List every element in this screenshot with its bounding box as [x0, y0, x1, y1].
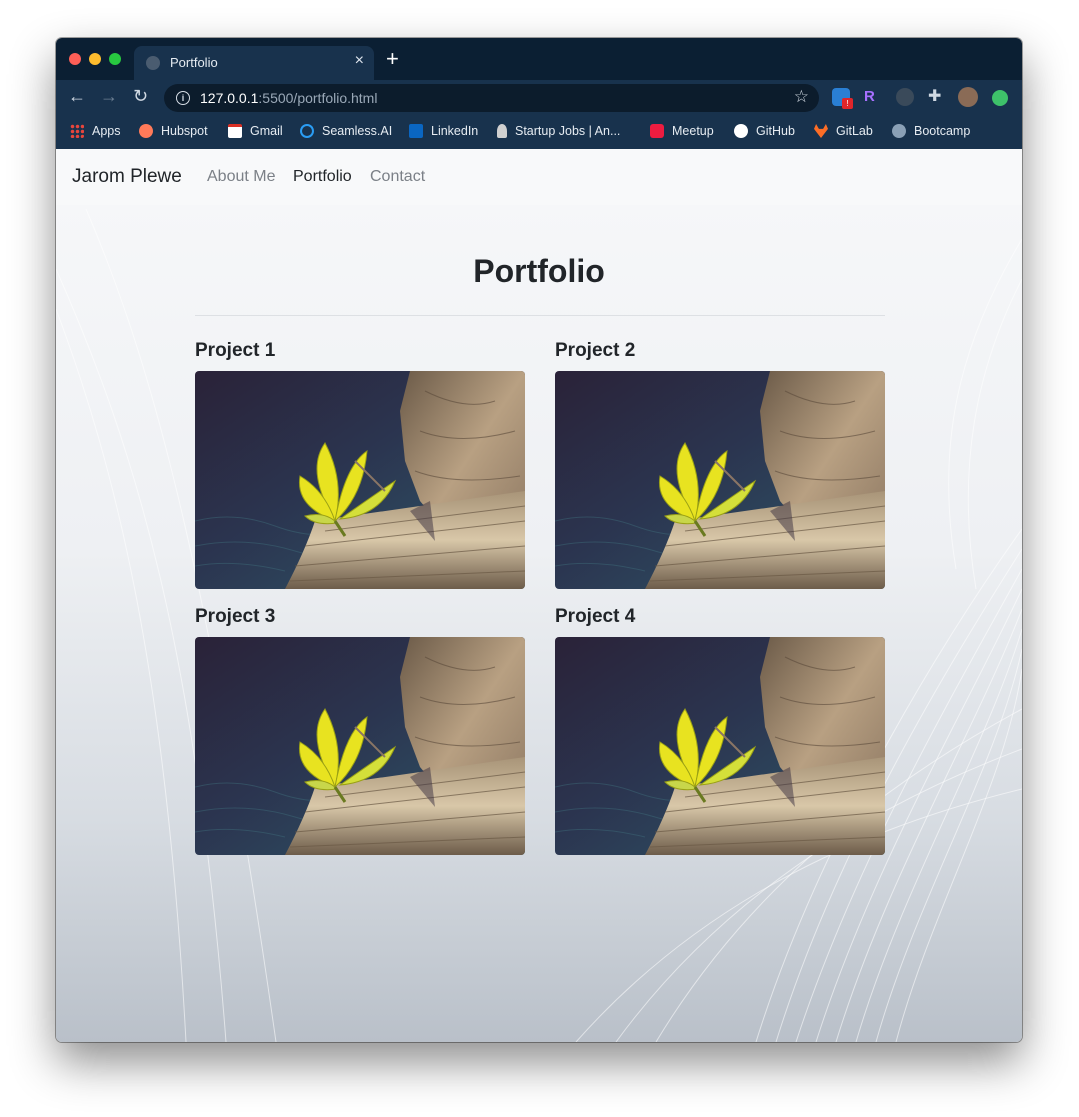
nav-contact[interactable]: Contact [370, 168, 425, 186]
bookmark-linkedin[interactable]: LinkedIn [409, 124, 478, 138]
meetup-icon [650, 124, 664, 138]
bookmark-github[interactable]: GitHub [734, 124, 795, 138]
plant-on-log-photo [195, 637, 525, 855]
bookmark-gitlab[interactable]: GitLab [814, 124, 873, 138]
url-text[interactable]: 127.0.0.1:5500/portfolio.html [200, 90, 377, 106]
globe-icon [892, 124, 906, 138]
github-icon [734, 124, 748, 138]
seamless-icon [300, 124, 314, 138]
new-tab-button[interactable]: + [386, 48, 399, 70]
bookmark-apps[interactable]: Apps [70, 124, 121, 138]
reload-icon[interactable]: ↻ [133, 86, 148, 107]
project-image[interactable] [555, 637, 885, 855]
url-path: :5500/portfolio.html [258, 90, 378, 106]
url-host: 127.0.0.1 [200, 90, 259, 106]
bookmark-bootcamp[interactable]: Bootcamp [892, 124, 970, 138]
bookmark-meetup[interactable]: Meetup [650, 124, 714, 138]
project-image[interactable] [195, 371, 525, 589]
bookmark-label: GitLab [836, 124, 873, 138]
bookmark-label: Seamless.AI [322, 124, 393, 138]
nav-about-me[interactable]: About Me [207, 168, 275, 186]
bookmark-label: Startup Jobs | An... [515, 124, 621, 138]
extension-r-icon[interactable]: R [864, 88, 882, 106]
extension-badge: ! [842, 98, 853, 109]
plant-on-log-photo [195, 371, 525, 589]
bookmark-label: Hubspot [161, 124, 208, 138]
site-brand[interactable]: Jarom Plewe [72, 166, 182, 188]
globe-icon [146, 56, 160, 70]
project-title: Project 1 [195, 340, 276, 361]
apps-grid-icon [70, 124, 84, 138]
linkedin-icon [409, 124, 423, 138]
bookmark-label: Gmail [250, 124, 283, 138]
bookmark-star-icon[interactable]: ☆ [794, 87, 809, 107]
title-bar: Portfolio × + [56, 38, 1022, 80]
maximize-window-button[interactable] [109, 53, 121, 65]
project-title: Project 2 [555, 340, 636, 361]
startup-jobs-icon [497, 124, 507, 138]
address-bar[interactable]: i 127.0.0.1:5500/portfolio.html ☆ [164, 84, 819, 112]
site-navbar: Jarom Plewe About Me Portfolio Contact [56, 149, 1022, 205]
bookmark-gmail[interactable]: Gmail [228, 124, 283, 138]
page-title: Portfolio [473, 253, 605, 289]
project-title: Project 3 [195, 606, 276, 627]
close-icon[interactable]: × [355, 52, 364, 70]
close-window-button[interactable] [69, 53, 81, 65]
avatar[interactable] [958, 87, 978, 107]
bookmark-label: LinkedIn [431, 124, 479, 138]
gitlab-icon [814, 124, 828, 138]
project-title: Project 4 [555, 606, 636, 627]
hubspot-icon [139, 124, 153, 138]
bookmark-label: Bootcamp [914, 124, 971, 138]
heading-divider [195, 315, 885, 316]
bookmark-label: Meetup [672, 124, 714, 138]
bookmark-label: GitHub [756, 124, 795, 138]
minimize-window-button[interactable] [89, 53, 101, 65]
plant-on-log-photo [555, 637, 885, 855]
bookmark-label: Apps [92, 124, 121, 138]
extension-owl-icon[interactable] [896, 88, 914, 106]
page-content: Jarom Plewe About Me Portfolio Contact P… [56, 149, 1022, 1042]
project-image[interactable] [555, 371, 885, 589]
bookmarks-bar: Apps Hubspot Gmail Seamless.AI LinkedIn … [56, 116, 1022, 149]
bookmark-startup-jobs[interactable]: Startup Jobs | An... [497, 124, 620, 138]
puzzle-icon[interactable]: ✚ [928, 86, 946, 105]
tab-title: Portfolio [170, 55, 218, 70]
gmail-icon [228, 124, 242, 138]
info-icon[interactable]: i [176, 91, 190, 105]
browser-toolbar: ← → ↻ i 127.0.0.1:5500/portfolio.html ☆ … [56, 80, 1022, 116]
bookmark-hubspot[interactable]: Hubspot [139, 124, 208, 138]
browser-window: Portfolio × + ← → ↻ i 127.0.0.1:5500/por… [56, 38, 1022, 1042]
back-icon[interactable]: ← [68, 86, 86, 107]
update-icon[interactable] [992, 90, 1008, 106]
nav-portfolio[interactable]: Portfolio [293, 168, 352, 186]
project-image[interactable] [195, 637, 525, 855]
plant-on-log-photo [555, 371, 885, 589]
bookmark-seamless[interactable]: Seamless.AI [300, 124, 392, 138]
forward-icon[interactable]: → [100, 86, 118, 107]
tab-portfolio[interactable]: Portfolio × [134, 46, 374, 80]
